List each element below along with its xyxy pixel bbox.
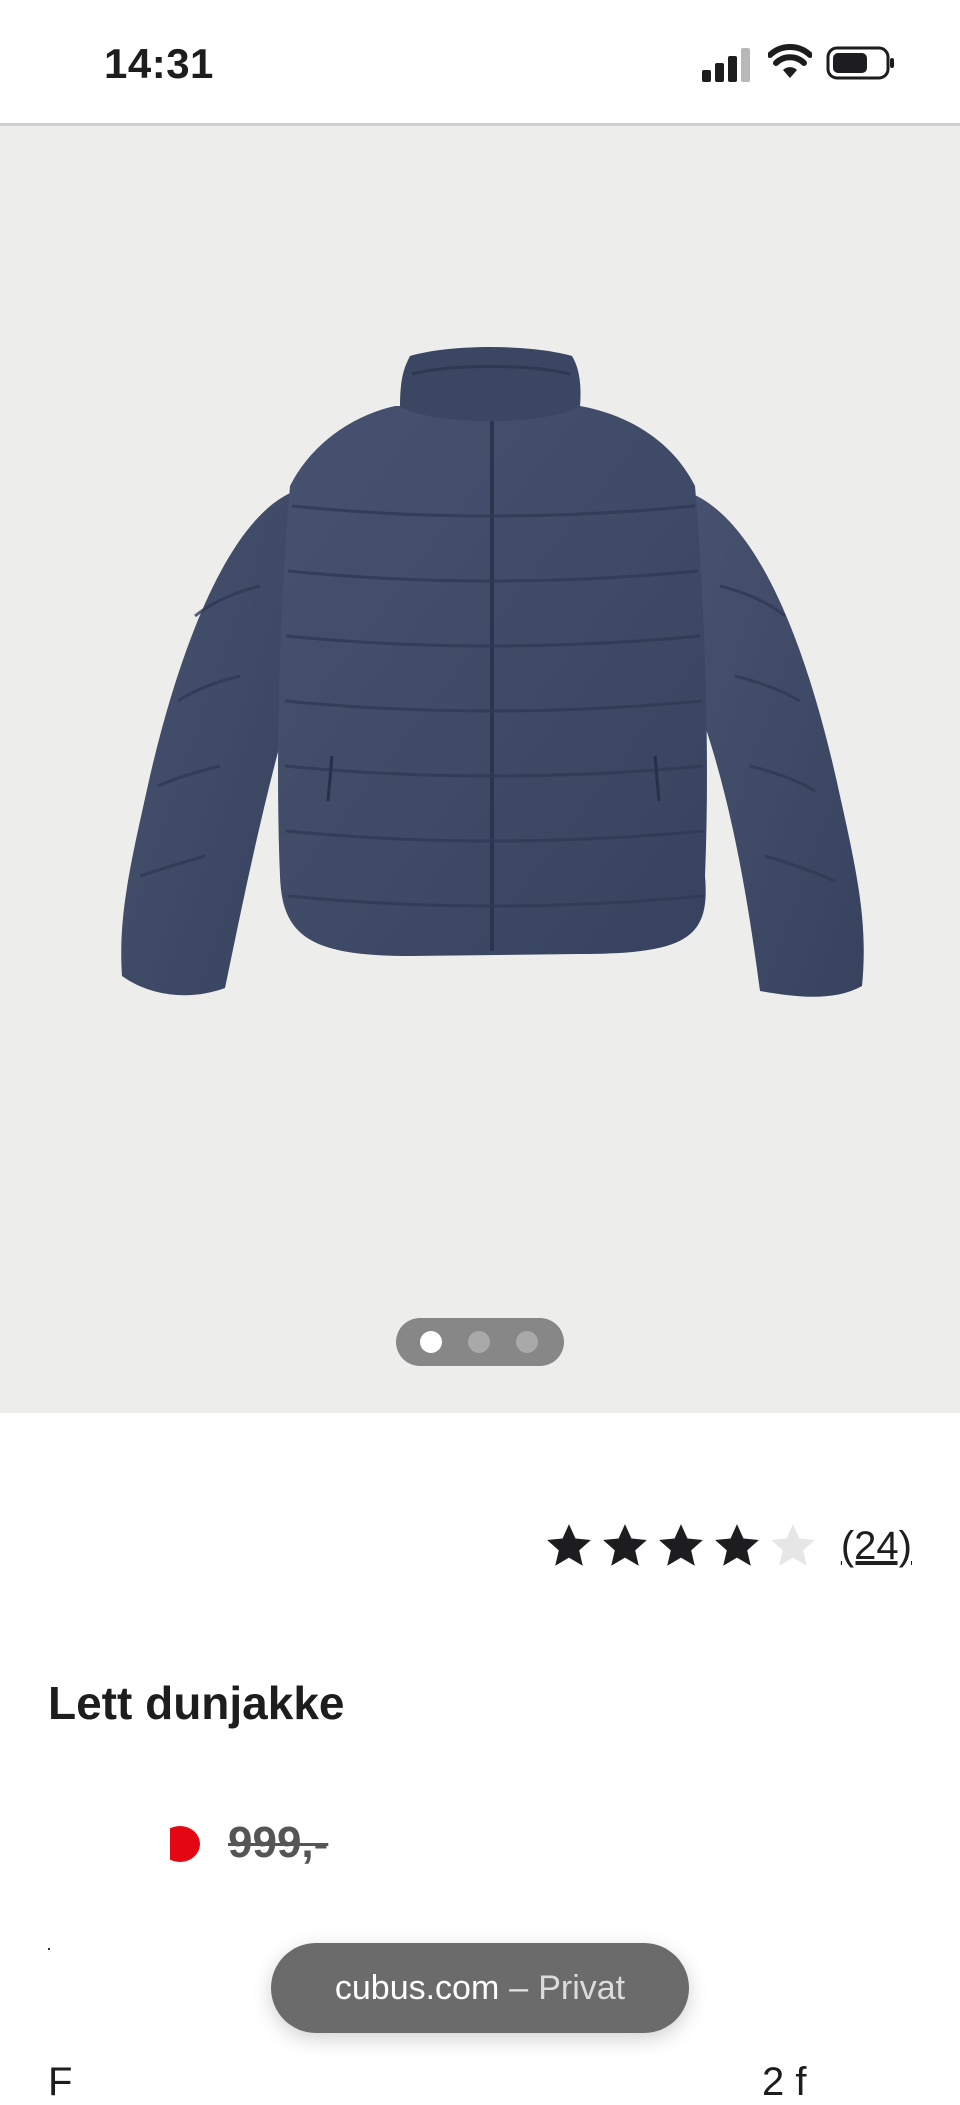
url-domain: cubus.com xyxy=(334,1968,500,2007)
signal-icon xyxy=(702,48,750,82)
pager-dot[interactable] xyxy=(468,1331,490,1353)
battery-icon xyxy=(826,46,894,80)
divider-dot xyxy=(48,1948,50,1950)
next-section-label: F xyxy=(48,2060,73,2104)
star-filled-icon xyxy=(602,1524,647,1566)
pager-dot[interactable] xyxy=(516,1331,538,1353)
star-filled-icon xyxy=(714,1524,759,1566)
rating[interactable]: (24) xyxy=(543,1518,912,1574)
status-bar: 14:31 xyxy=(0,0,960,126)
pager-dot-active[interactable] xyxy=(420,1331,442,1353)
product-image-gallery[interactable] xyxy=(0,126,960,1413)
review-count-link[interactable]: (24) xyxy=(841,1524,912,1569)
url-separator: – xyxy=(509,1968,529,2007)
wifi-icon xyxy=(768,44,812,78)
product-title: Lett dunjakke xyxy=(48,1677,345,1729)
private-mode-label: Privat xyxy=(538,1968,626,2007)
star-empty-icon xyxy=(770,1524,815,1566)
sale-badge xyxy=(170,1826,202,1862)
browser-url-bar[interactable]: cubus.com – Privat xyxy=(271,1943,689,2033)
status-time: 14:31 xyxy=(104,40,214,87)
star-filled-icon xyxy=(546,1524,591,1566)
jacket-image xyxy=(121,347,864,997)
original-price: 999,- xyxy=(228,1818,329,1867)
gallery-pager[interactable] xyxy=(396,1318,564,1366)
next-section-value: 2 f xyxy=(762,2060,807,2104)
star-filled-icon xyxy=(658,1524,703,1566)
